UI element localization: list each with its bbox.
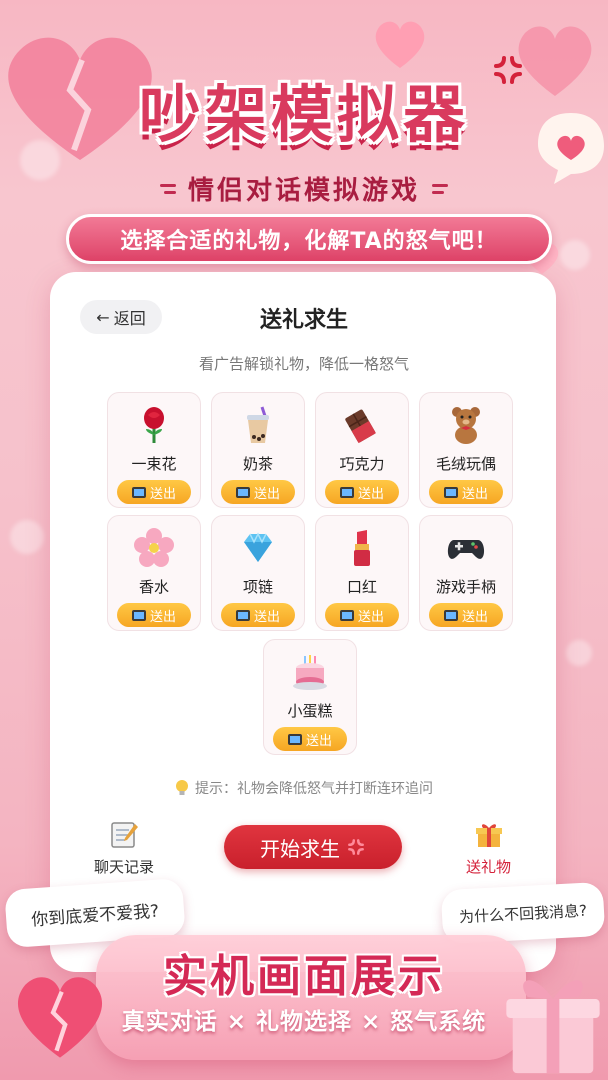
send-label: 送出 xyxy=(461,609,488,625)
gift-name: 项链 xyxy=(242,578,273,596)
gift-name: 口红 xyxy=(346,578,377,596)
heart-icon xyxy=(375,21,425,68)
send-label: 送出 xyxy=(149,486,176,502)
tv-icon xyxy=(287,733,302,745)
send-gift-button[interactable]: 送出 xyxy=(273,727,347,751)
anger-symbol-icon xyxy=(348,839,364,855)
send-label: 送出 xyxy=(357,486,384,502)
nav-chat-history[interactable]: 聊天记录 xyxy=(94,820,154,877)
gift-name: 毛绒玩偶 xyxy=(435,455,496,473)
gift-name: 一束花 xyxy=(131,455,177,473)
gamepad-icon xyxy=(447,540,485,559)
gift-name: 小蛋糕 xyxy=(287,702,333,720)
gift-card-perfume[interactable]: 香水 送出 xyxy=(107,515,201,631)
memo-icon xyxy=(111,822,138,848)
right-dash-decoration xyxy=(432,183,448,194)
unlock-hint: 看广告解锁礼物，降低一格怒气 xyxy=(198,355,409,373)
gift-card-milk-tea[interactable]: 奶茶 送出 xyxy=(211,392,305,508)
send-label: 送出 xyxy=(305,733,332,749)
teddy-bear-icon xyxy=(452,407,480,444)
start-survival-button[interactable]: 开始求生 xyxy=(224,825,402,869)
gift-card-cake[interactable]: 小蛋糕 送出 xyxy=(263,639,357,755)
tv-icon xyxy=(235,486,250,498)
send-gift-button[interactable]: 送出 xyxy=(429,603,503,627)
gift-name: 巧克力 xyxy=(339,455,385,473)
nav-send-gift[interactable]: 送礼物 xyxy=(466,820,511,877)
gift-card-game-controller[interactable]: 游戏手柄 送出 xyxy=(419,515,513,631)
gift-box-icon xyxy=(475,824,502,847)
tv-icon xyxy=(443,609,458,621)
diamond-icon xyxy=(244,532,272,562)
intro-banner: 选择合适的礼物，化解TA的怒气吧！ xyxy=(66,214,552,264)
app-title: 吵架模拟器 xyxy=(138,78,469,151)
nav-chat-history-label: 聊天记录 xyxy=(94,858,155,876)
send-label: 送出 xyxy=(253,486,280,502)
tv-icon xyxy=(131,609,146,621)
tv-icon xyxy=(235,609,250,621)
lipstick-icon xyxy=(354,530,370,566)
left-dash-decoration xyxy=(159,183,176,194)
bokeh-light xyxy=(566,640,592,666)
send-gift-button[interactable]: 送出 xyxy=(117,480,191,504)
tv-icon xyxy=(131,486,146,498)
send-label: 送出 xyxy=(149,609,176,625)
send-gift-button[interactable]: 送出 xyxy=(117,603,191,627)
tv-icon xyxy=(339,609,354,621)
gift-card-plush-toy[interactable]: 毛绒玩偶 送出 xyxy=(419,392,513,508)
send-label: 送出 xyxy=(357,609,384,625)
gift-card-lipstick[interactable]: 口红 送出 xyxy=(315,515,409,631)
send-gift-button[interactable]: 送出 xyxy=(221,603,295,627)
send-gift-button[interactable]: 送出 xyxy=(429,480,503,504)
page-title: 送礼求生 xyxy=(259,308,348,333)
send-gift-button[interactable]: 送出 xyxy=(325,480,399,504)
cherry-blossom-icon xyxy=(134,528,174,567)
chocolate-icon xyxy=(345,409,376,444)
rose-icon xyxy=(144,407,164,443)
gift-name: 游戏手柄 xyxy=(435,578,496,596)
send-gift-button[interactable]: 送出 xyxy=(325,603,399,627)
promo-title: 实机画面展示 xyxy=(163,951,445,1002)
bubble-tea-icon xyxy=(247,406,269,443)
start-button-label: 开始求生 xyxy=(260,836,340,861)
promo-features: 真实对话 × 礼物选择 × 怒气系统 xyxy=(121,1009,487,1035)
gift-card-necklace[interactable]: 项链 送出 xyxy=(211,515,305,631)
gift-tip-text: 提示：礼物会降低怒气并打断连环追问 xyxy=(195,781,433,797)
tv-icon xyxy=(339,486,354,498)
lightbulb-icon xyxy=(176,780,188,795)
cake-icon xyxy=(293,655,327,690)
app-subtitle: 情侣对话模拟游戏 xyxy=(187,176,420,206)
gift-card-chocolate[interactable]: 巧克力 送出 xyxy=(315,392,409,508)
gift-name: 奶茶 xyxy=(242,455,273,473)
send-label: 送出 xyxy=(253,609,280,625)
tv-icon xyxy=(443,486,458,498)
gift-name: 香水 xyxy=(138,578,169,596)
gift-tip: 提示：礼物会降低怒气并打断连环追问 xyxy=(0,778,608,798)
gift-card-flowers[interactable]: 一束花 送出 xyxy=(107,392,201,508)
subtitle-row: 情侣对话模拟游戏 xyxy=(0,170,608,207)
nav-send-gift-label: 送礼物 xyxy=(466,858,512,876)
bokeh-light xyxy=(560,240,590,270)
bokeh-light xyxy=(10,520,44,554)
send-label: 送出 xyxy=(461,486,488,502)
send-gift-button[interactable]: 送出 xyxy=(221,480,295,504)
